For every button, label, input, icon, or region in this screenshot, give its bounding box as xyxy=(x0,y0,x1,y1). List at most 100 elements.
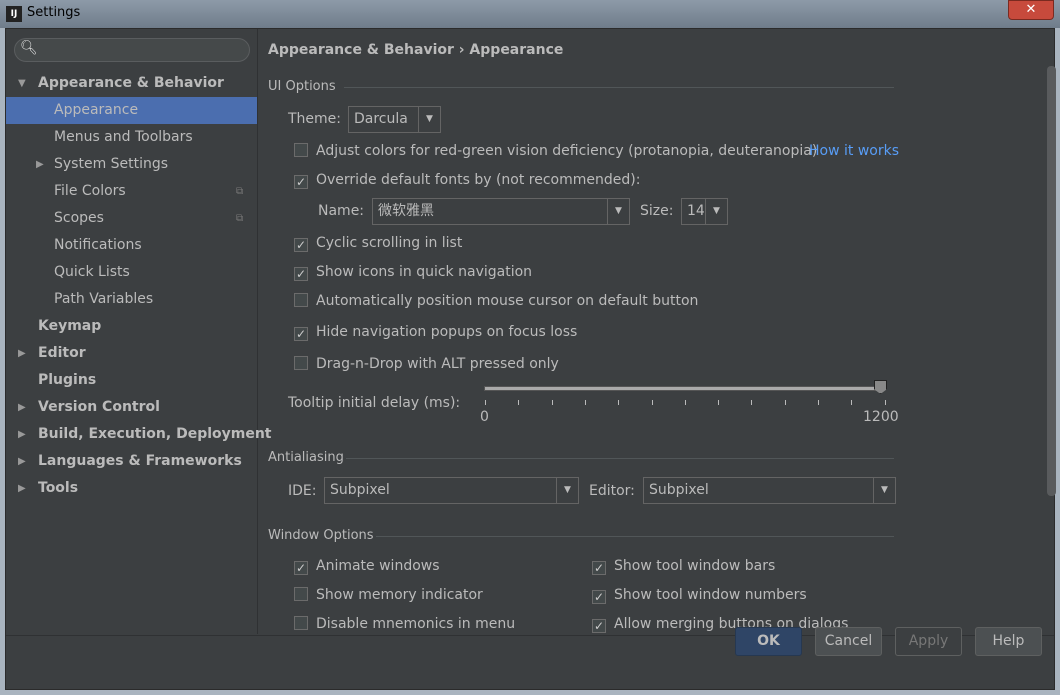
font-size-label: Size: xyxy=(640,203,674,219)
slider-tick xyxy=(518,400,520,405)
auto-mouse-checkbox[interactable]: Automatically position mouse cursor on d… xyxy=(294,291,698,311)
sidebar-item-keymap[interactable]: Keymap xyxy=(6,313,257,340)
sidebar-item-label: Build, Execution, Deployment xyxy=(38,426,272,442)
sidebar-item-appearance[interactable]: Appearance xyxy=(6,97,257,124)
project-scope-icon: ⧉ xyxy=(236,213,244,224)
tooltip-delay-slider[interactable] xyxy=(484,386,884,391)
checkbox-box[interactable]: ✓ xyxy=(294,175,308,189)
sidebar-item-label: Keymap xyxy=(38,318,102,334)
editor-label: Editor: xyxy=(589,483,635,499)
help-button[interactable]: Help xyxy=(975,627,1042,656)
sidebar-item-plugins[interactable]: Plugins xyxy=(6,367,257,394)
sidebar-item-path-variables[interactable]: Path Variables xyxy=(6,286,257,313)
collapse-arrow-icon[interactable]: ▶ xyxy=(18,448,26,475)
sidebar: 🔍︎ ▼ Appearance & Behavior Appearance Menus… xyxy=(6,29,272,634)
checkbox-box[interactable]: ✓ xyxy=(294,327,308,341)
sidebar-item-file-colors[interactable]: File Colors ⧉ xyxy=(6,178,257,205)
sidebar-item-build-execution-deployment[interactable]: ▶ Build, Execution, Deployment xyxy=(6,421,272,448)
checkbox-box[interactable]: ✓ xyxy=(294,267,308,281)
disable-mnemonics-checkbox[interactable]: Disable mnemonics in menu xyxy=(294,614,515,634)
override-fonts-checkbox[interactable]: ✓ Override default fonts by (not recommen… xyxy=(294,170,640,190)
font-name-label: Name: xyxy=(318,203,365,219)
ok-button[interactable]: OK xyxy=(735,627,802,656)
editor-antialiasing-select[interactable]: Subpixel ▼ xyxy=(643,477,896,504)
hide-popups-checkbox[interactable]: ✓ Hide navigation popups on focus loss xyxy=(294,322,577,342)
how-it-works-link[interactable]: How it works xyxy=(809,143,899,159)
theme-select[interactable]: Darcula ▼ xyxy=(348,106,441,133)
checkbox-box[interactable]: ✓ xyxy=(592,619,606,633)
checkbox-box[interactable]: ✓ xyxy=(592,590,606,604)
section-ui-options: UI Options xyxy=(268,79,336,94)
sidebar-item-label: Editor xyxy=(38,345,86,361)
sidebar-item-quick-lists[interactable]: Quick Lists xyxy=(6,259,257,286)
expand-arrow-icon[interactable]: ▼ xyxy=(18,70,26,97)
sidebar-item-languages-frameworks[interactable]: ▶ Languages & Frameworks xyxy=(6,448,257,475)
slider-tick xyxy=(818,400,819,405)
sidebar-item-system-settings[interactable]: ▶ System Settings xyxy=(6,151,257,178)
slider-tick xyxy=(584,400,586,405)
sidebar-item-editor[interactable]: ▶ Editor xyxy=(6,340,257,367)
checkbox-box[interactable]: ✓ xyxy=(294,561,308,575)
project-scope-icon: ⧉ xyxy=(236,186,244,197)
section-window-options: Window Options xyxy=(268,528,374,543)
tool-window-bars-checkbox[interactable]: ✓ Show tool window bars xyxy=(592,556,775,576)
slider-tick xyxy=(851,400,853,405)
sidebar-item-label: Plugins xyxy=(38,372,97,388)
checkbox-box[interactable]: ✓ xyxy=(294,238,308,252)
memory-indicator-checkbox[interactable]: Show memory indicator xyxy=(294,585,483,605)
slider-tick xyxy=(751,400,753,405)
font-size-select[interactable]: 14 ▼ xyxy=(681,198,728,225)
slider-min-label: 0 xyxy=(480,409,489,425)
search-input[interactable]: 🔍︎ xyxy=(14,38,250,62)
checkbox-box[interactable] xyxy=(294,356,308,370)
chevron-down-icon: ▼ xyxy=(418,107,440,132)
cancel-button[interactable]: Cancel xyxy=(815,627,882,656)
slider-max-label: 1200 xyxy=(863,409,899,425)
scrollbar[interactable] xyxy=(1047,66,1056,496)
sidebar-item-notifications[interactable]: Notifications xyxy=(6,232,257,259)
close-button[interactable]: ✕ xyxy=(1008,0,1054,20)
checkbox-box[interactable]: ✓ xyxy=(592,561,606,575)
slider-thumb[interactable] xyxy=(874,380,887,394)
show-icons-checkbox[interactable]: ✓ Show icons in quick navigation xyxy=(294,262,532,282)
sidebar-item-label: Notifications xyxy=(54,237,142,253)
sidebar-item-tools[interactable]: ▶ Tools xyxy=(6,475,257,502)
merge-buttons-checkbox[interactable]: ✓ Allow merging buttons on dialogs xyxy=(592,614,848,634)
sidebar-item-label: File Colors xyxy=(54,183,126,199)
tool-window-numbers-checkbox[interactable]: ✓ Show tool window numbers xyxy=(592,585,807,605)
ide-label: IDE: xyxy=(288,483,317,499)
apply-button[interactable]: Apply xyxy=(895,627,962,656)
adjust-colors-checkbox[interactable]: Adjust colors for red-green vision defic… xyxy=(294,141,817,161)
checkbox-box[interactable] xyxy=(294,616,308,630)
cyclic-scrolling-checkbox[interactable]: ✓ Cyclic scrolling in list xyxy=(294,233,462,253)
checkbox-box[interactable] xyxy=(294,293,308,307)
animate-windows-checkbox[interactable]: ✓ Animate windows xyxy=(294,556,440,576)
chevron-down-icon: ▼ xyxy=(607,199,629,224)
chevron-down-icon: ▼ xyxy=(873,478,895,503)
collapse-arrow-icon[interactable]: ▶ xyxy=(36,151,44,178)
sidebar-item-label: System Settings xyxy=(54,156,169,172)
sidebar-item-label: Scopes xyxy=(54,210,104,226)
sidebar-item-menus-and-toolbars[interactable]: Menus and Toolbars xyxy=(6,124,257,151)
collapse-arrow-icon[interactable]: ▶ xyxy=(18,394,26,421)
sidebar-item-label: Path Variables xyxy=(54,291,154,307)
collapse-arrow-icon[interactable]: ▶ xyxy=(18,421,26,448)
collapse-arrow-icon[interactable]: ▶ xyxy=(18,340,26,367)
ide-antialiasing-select[interactable]: Subpixel ▼ xyxy=(324,477,579,504)
font-name-select[interactable]: 微软雅黑 ▼ xyxy=(372,198,630,225)
checkbox-box[interactable] xyxy=(294,587,308,601)
tooltip-delay-label: Tooltip initial delay (ms): xyxy=(288,395,461,411)
window-title: Settings xyxy=(27,5,81,20)
checkbox-box[interactable] xyxy=(294,143,308,157)
sidebar-item-label: Tools xyxy=(38,480,79,496)
collapse-arrow-icon[interactable]: ▶ xyxy=(18,475,26,502)
slider-tick xyxy=(651,400,653,405)
app-icon: IJ xyxy=(6,6,22,22)
title-bar: IJ Settings ✕ xyxy=(0,0,1060,28)
sidebar-item-appearance-behavior[interactable]: ▼ Appearance & Behavior xyxy=(6,70,257,97)
dnd-alt-checkbox[interactable]: Drag-n-Drop with ALT pressed only xyxy=(294,354,559,374)
slider-tick xyxy=(784,400,786,405)
slider-tick xyxy=(884,400,886,405)
sidebar-item-version-control[interactable]: ▶ Version Control xyxy=(6,394,257,421)
sidebar-item-scopes[interactable]: Scopes ⧉ xyxy=(6,205,257,232)
